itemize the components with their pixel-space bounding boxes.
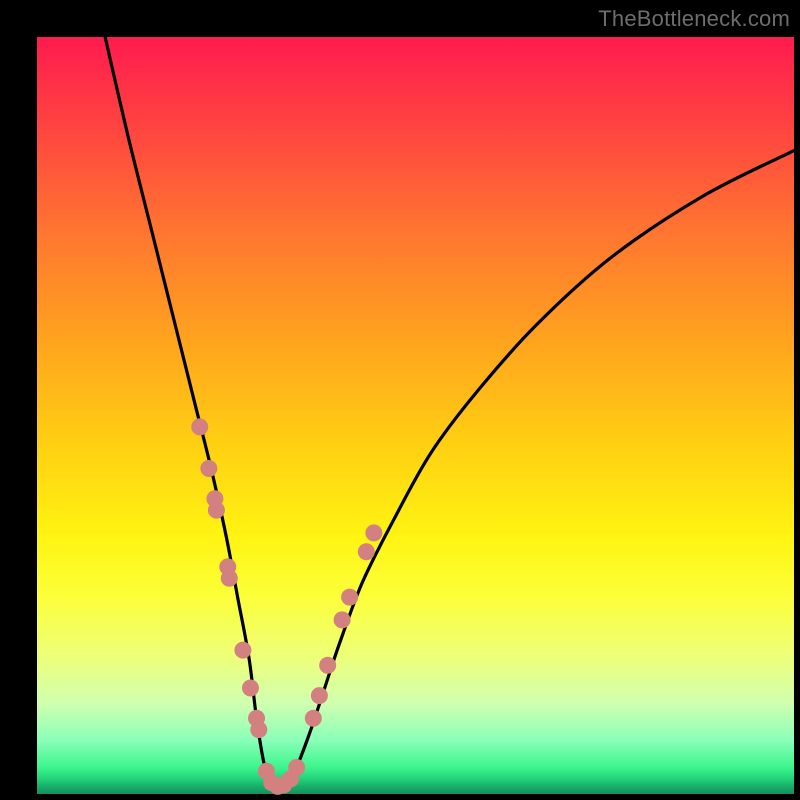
- data-marker: [311, 687, 328, 704]
- data-marker: [358, 543, 375, 560]
- data-marker: [242, 680, 259, 697]
- data-marker: [319, 657, 336, 674]
- data-marker: [334, 611, 351, 628]
- chart-stage: TheBottleneck.com: [0, 0, 800, 800]
- data-marker: [250, 721, 267, 738]
- curve-path: [105, 37, 794, 789]
- data-marker: [341, 589, 358, 606]
- data-marker: [365, 524, 382, 541]
- plot-area: [37, 37, 794, 794]
- watermark-text: TheBottleneck.com: [598, 6, 790, 32]
- data-marker: [288, 759, 305, 776]
- data-marker: [208, 502, 225, 519]
- data-marker: [221, 570, 238, 587]
- bottleneck-curve: [37, 37, 794, 794]
- data-marker: [234, 642, 251, 659]
- data-marker: [200, 460, 217, 477]
- data-marker: [305, 710, 322, 727]
- data-marker: [191, 418, 208, 435]
